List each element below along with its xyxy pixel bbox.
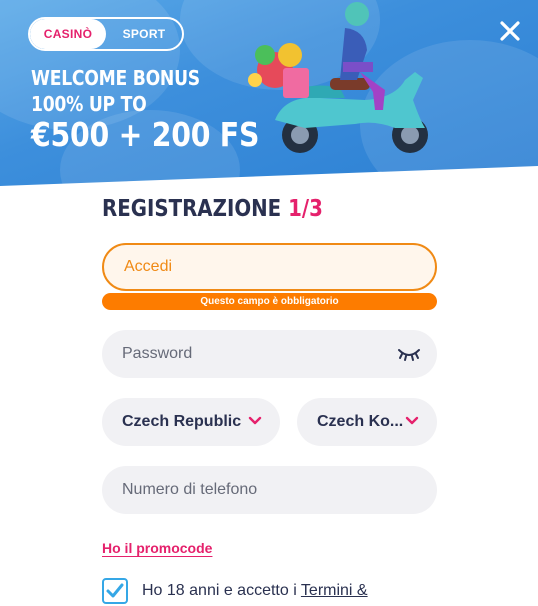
country-value: Czech Republic bbox=[122, 413, 242, 430]
tab-casino[interactable]: CASINÒ bbox=[30, 19, 106, 49]
promocode-link[interactable]: Ho il promocode bbox=[102, 540, 212, 556]
step-indicator: 1/3 bbox=[288, 196, 323, 222]
currency-select[interactable]: Czech Ko... bbox=[297, 398, 437, 446]
terms-link[interactable]: Termini & bbox=[301, 582, 368, 599]
tab-sport[interactable]: SPORT bbox=[106, 19, 182, 49]
bonus-amount: €500 + 200 FS bbox=[31, 115, 260, 154]
bonus-headline: WELCOME BONUS bbox=[31, 66, 200, 90]
page-title: REGISTRAZIONE 1/3 bbox=[102, 196, 323, 222]
currency-value: Czech Ko... bbox=[317, 413, 404, 430]
login-error-message: Questo campo è obbligatorio bbox=[102, 293, 437, 310]
terms-label: Ho 18 anni e accetto i Termini & bbox=[142, 582, 368, 600]
close-icon[interactable] bbox=[498, 19, 522, 43]
product-toggle[interactable]: CASINÒ SPORT bbox=[28, 17, 184, 51]
chevron-down-icon bbox=[405, 416, 419, 425]
scooter-illustration bbox=[248, 2, 428, 153]
checkmark-icon bbox=[106, 583, 124, 598]
login-placeholder: Accedi bbox=[124, 258, 173, 275]
eye-closed-icon[interactable] bbox=[397, 346, 421, 362]
chevron-down-icon bbox=[248, 416, 262, 425]
terms-checkbox[interactable] bbox=[102, 578, 128, 604]
bonus-subheadline: 100% UP TO bbox=[31, 92, 147, 116]
phone-placeholder: Numero di telefono bbox=[122, 481, 258, 498]
title-text: REGISTRAZIONE bbox=[102, 196, 282, 222]
phone-input[interactable]: Numero di telefono bbox=[102, 466, 437, 514]
login-input[interactable]: Accedi bbox=[102, 243, 437, 291]
country-select[interactable]: Czech Republic bbox=[102, 398, 280, 446]
terms-text: Ho 18 anni e accetto i bbox=[142, 582, 301, 599]
password-placeholder: Password bbox=[122, 345, 193, 362]
password-input[interactable]: Password bbox=[102, 330, 437, 378]
